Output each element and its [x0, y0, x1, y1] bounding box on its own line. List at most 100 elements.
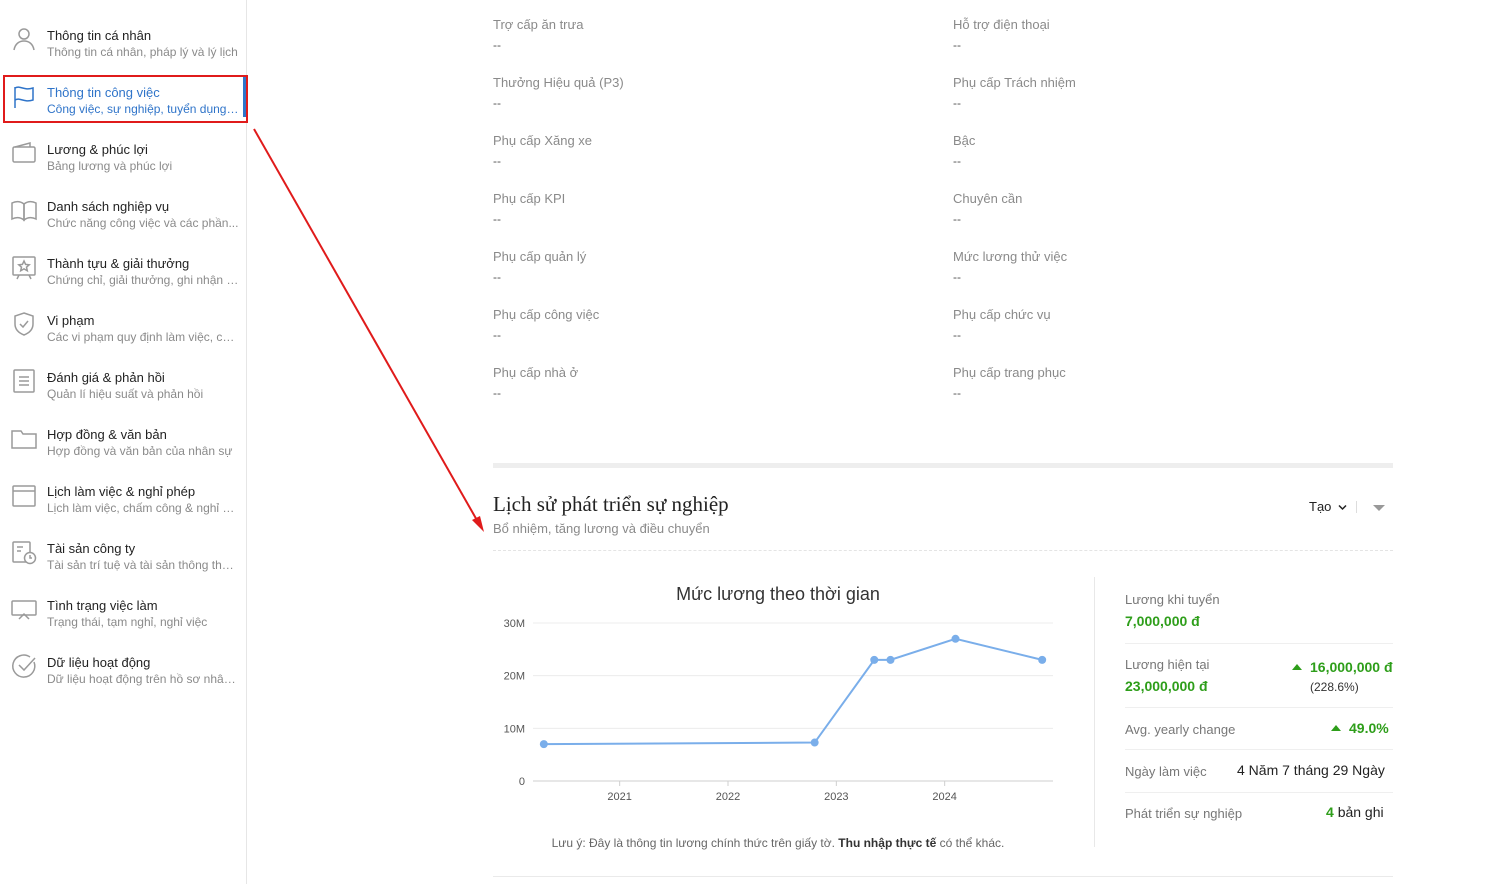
sidebar-item-subtitle: Thông tin cá nhân, pháp lý và lý lịch: [47, 45, 238, 59]
field-value: --: [493, 328, 501, 342]
sidebar-item-activity-data[interactable]: Dữ liệu hoạt động Dữ liệu hoạt động trên…: [0, 644, 246, 701]
create-button[interactable]: Tạo: [1309, 499, 1347, 514]
chart-note: Lưu ý: Đây là thông tin lương chính thức…: [493, 836, 1063, 850]
current-salary-label: Lương hiện tại: [1125, 657, 1210, 672]
field-label: Chuyên cần: [953, 191, 1023, 206]
field-value: --: [953, 212, 961, 226]
section-separator: [493, 463, 1393, 468]
field-value: --: [493, 212, 501, 226]
field-label: Mức lương thử việc: [953, 249, 1068, 264]
field-phone-support: Hỗ trợ điện thoại --: [953, 17, 1050, 52]
current-change-value: 16,000,000 đ: [1292, 659, 1393, 675]
person-icon: [10, 25, 38, 53]
x-tick-label: 2024: [932, 791, 956, 803]
data-point: [886, 655, 895, 664]
sidebar-item-salary-benefits[interactable]: Lương & phúc lợi Bảng lương và phúc lợi: [0, 131, 246, 188]
career-records[interactable]: 4 bản ghi: [1326, 804, 1384, 820]
sidebar-item-business-list[interactable]: Danh sách nghiệp vụ Chức năng công việc …: [0, 188, 246, 245]
sidebar-item-subtitle: Tài sản trí tuệ và tài sản thông thư...: [47, 558, 239, 572]
field-value: --: [953, 270, 961, 284]
field-label: Phụ cấp chức vụ: [953, 307, 1051, 322]
field-responsibility-allowance: Phụ cấp Trách nhiệm --: [953, 75, 1076, 110]
sidebar-item-review-feedback[interactable]: Đánh giá & phản hồi Quản lí hiệu suất và…: [0, 359, 246, 416]
x-tick-label: 2021: [607, 791, 631, 803]
stat-divider: [1125, 707, 1393, 708]
sidebar-item-title: Tình trạng việc làm: [47, 598, 158, 613]
sidebar-item-violations[interactable]: Vi phạm Các vi phạm quy định làm việc, c…: [0, 302, 246, 359]
note-suffix: có thể khác.: [939, 836, 1005, 850]
sidebar-item-subtitle: Hợp đồng và văn bản của nhân sự: [47, 444, 233, 458]
check-circle-icon: [10, 652, 38, 680]
sidebar-item-title: Thành tựu & giải thưởng: [47, 256, 190, 271]
field-management-allowance: Phụ cấp quản lý --: [493, 249, 586, 284]
x-tick-label: 2022: [716, 791, 740, 803]
field-label: Hỗ trợ điện thoại: [953, 17, 1050, 32]
career-unit: bản ghi: [1337, 804, 1384, 820]
field-value: --: [953, 328, 961, 342]
sidebar-item-subtitle: Chứng chỉ, giải thưởng, ghi nhận v...: [47, 273, 239, 287]
note-bold: Thu nhập thực tế: [838, 836, 937, 850]
current-salary-value: 23,000,000 đ: [1125, 678, 1208, 694]
sidebar-item-subtitle: Lịch làm việc, chấm công & nghỉ p...: [47, 501, 239, 515]
sidebar-item-employment-status[interactable]: Tình trạng việc làm Trạng thái, tạm nghỉ…: [0, 587, 246, 644]
bottom-divider: [493, 876, 1393, 877]
sidebar-item-achievements[interactable]: Thành tựu & giải thưởng Chứng chỉ, giải …: [0, 245, 246, 302]
sidebar-item-title: Tài sản công ty: [47, 541, 136, 556]
section-title: Lịch sử phát triển sự nghiệp: [493, 492, 729, 516]
field-label: Phụ cấp công việc: [493, 307, 600, 322]
start-salary-value: 7,000,000 đ: [1125, 613, 1200, 629]
sidebar-item-title: Hợp đồng & văn bản: [47, 427, 167, 442]
sidebar-item-schedule-leave[interactable]: Lịch làm việc & nghỉ phép Lịch làm việc,…: [0, 473, 246, 530]
y-tick-label: 20M: [504, 671, 525, 683]
field-label: Phụ cấp KPI: [493, 191, 566, 206]
field-value: --: [953, 386, 961, 400]
data-point: [810, 738, 819, 747]
wallet-icon: [10, 139, 38, 167]
avg-change-value: 49.0%: [1331, 720, 1389, 736]
sidebar-item-subtitle: Quản lí hiệu suất và phản hồi: [47, 387, 204, 401]
award-icon: [10, 253, 38, 281]
book-icon: [10, 196, 38, 224]
calendar-icon: [10, 481, 38, 509]
field-fuel-allowance: Phụ cấp Xăng xe --: [493, 133, 592, 168]
field-value: --: [953, 154, 961, 168]
dropdown-caret-icon[interactable]: [1373, 505, 1385, 511]
field-value: --: [493, 96, 501, 110]
sidebar-item-subtitle: Các vi phạm quy định làm việc, ch...: [47, 330, 239, 344]
sidebar-item-subtitle: Bảng lương và phúc lợi: [47, 159, 173, 173]
sidebar-item-title: Dữ liệu hoạt động: [47, 655, 151, 670]
arrow-line: [253, 128, 479, 523]
sidebar-item-title: Lương & phúc lợi: [47, 142, 148, 157]
stat-divider: [1125, 749, 1393, 750]
stat-divider: [1125, 643, 1393, 644]
chart-title: Mức lương theo thời gian: [676, 584, 880, 604]
current-change-percent: (228.6%): [1310, 680, 1359, 694]
field-attendance: Chuyên cần --: [953, 191, 1022, 226]
monitor-icon: [10, 595, 38, 623]
data-point: [951, 634, 960, 643]
career-label: Phát triển sự nghiệp: [1125, 806, 1243, 821]
document-icon: [10, 367, 38, 395]
field-uniform-allowance: Phụ cấp trang phục --: [953, 365, 1066, 400]
sidebar-item-company-assets[interactable]: Tài sản công ty Tài sản trí tuệ và tài s…: [0, 530, 246, 587]
sidebar: Thông tin cá nhân Thông tin cá nhân, phá…: [0, 0, 247, 884]
field-label: Thưởng Hiệu quả (P3): [493, 75, 624, 90]
annotation-highlight-box: [3, 75, 248, 123]
chevron-down-icon: [1338, 499, 1347, 514]
sidebar-item-contracts[interactable]: Hợp đồng & văn bản Hợp đồng và văn bản c…: [0, 416, 246, 473]
sidebar-item-subtitle: Trạng thái, tạm nghỉ, nghỉ việc: [47, 615, 208, 629]
sidebar-item-personal-info[interactable]: Thông tin cá nhân Thông tin cá nhân, phá…: [0, 17, 246, 74]
data-point: [539, 740, 548, 749]
start-salary-label: Lương khi tuyển: [1125, 592, 1220, 607]
field-job-allowance: Phụ cấp công việc --: [493, 307, 599, 342]
shield-icon: [10, 310, 38, 338]
stat-divider: [1125, 792, 1393, 793]
field-position-allowance: Phụ cấp chức vụ --: [953, 307, 1051, 342]
avg-change-label: Avg. yearly change: [1125, 722, 1236, 737]
workdays-label: Ngày làm việc: [1125, 764, 1207, 779]
arrow-up-icon: [1292, 664, 1302, 670]
folder-icon: [10, 424, 38, 452]
sidebar-item-title: Vi phạm: [47, 313, 95, 328]
field-label: Phụ cấp Trách nhiệm: [953, 75, 1076, 90]
field-label: Phụ cấp nhà ở: [493, 365, 579, 380]
